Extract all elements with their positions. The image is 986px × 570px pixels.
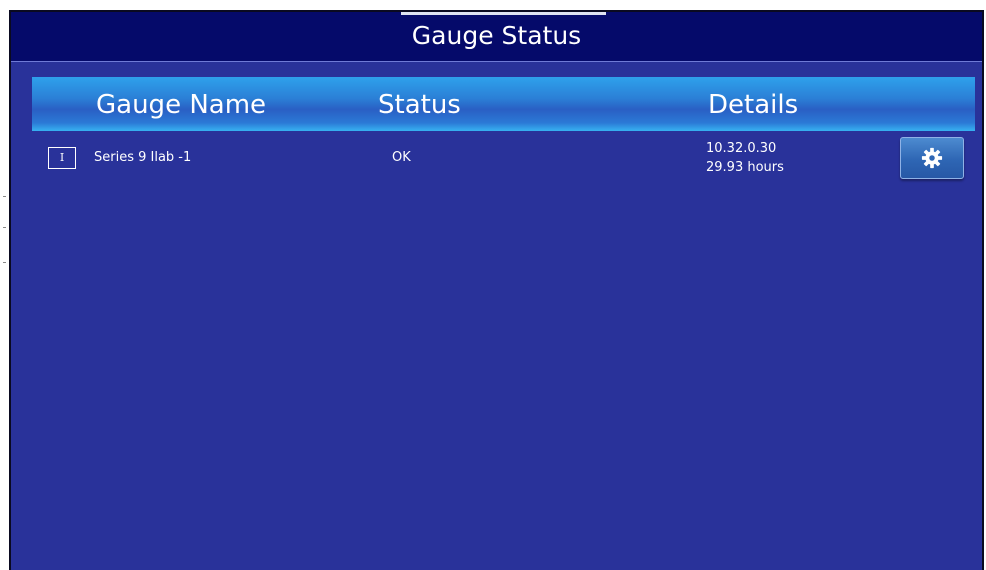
table-header: Gauge Name Status Details [32, 77, 975, 131]
gauge-name-cell: Series 9 Ilab -1 [94, 150, 192, 165]
table-row[interactable]: I Series 9 Ilab -1 OK 10.32.0.30 29.93 h… [32, 135, 975, 185]
column-header-status[interactable]: Status [378, 89, 461, 121]
gauge-status-window: Gauge Status Gauge Name Status Details I… [9, 10, 984, 570]
column-header-gauge-name[interactable]: Gauge Name [96, 89, 266, 121]
column-header-details[interactable]: Details [708, 89, 798, 121]
page-title: Gauge Status [411, 21, 582, 50]
details-hours: 29.93 hours [706, 160, 784, 175]
details-ip-address: 10.32.0.30 [706, 141, 777, 156]
gear-icon [921, 147, 943, 169]
title-bar: Gauge Status [11, 12, 982, 62]
title-accent-line [401, 12, 606, 15]
status-cell: OK [392, 150, 411, 165]
gauge-settings-button[interactable] [900, 137, 964, 179]
row-select-checkbox[interactable]: I [48, 147, 76, 169]
